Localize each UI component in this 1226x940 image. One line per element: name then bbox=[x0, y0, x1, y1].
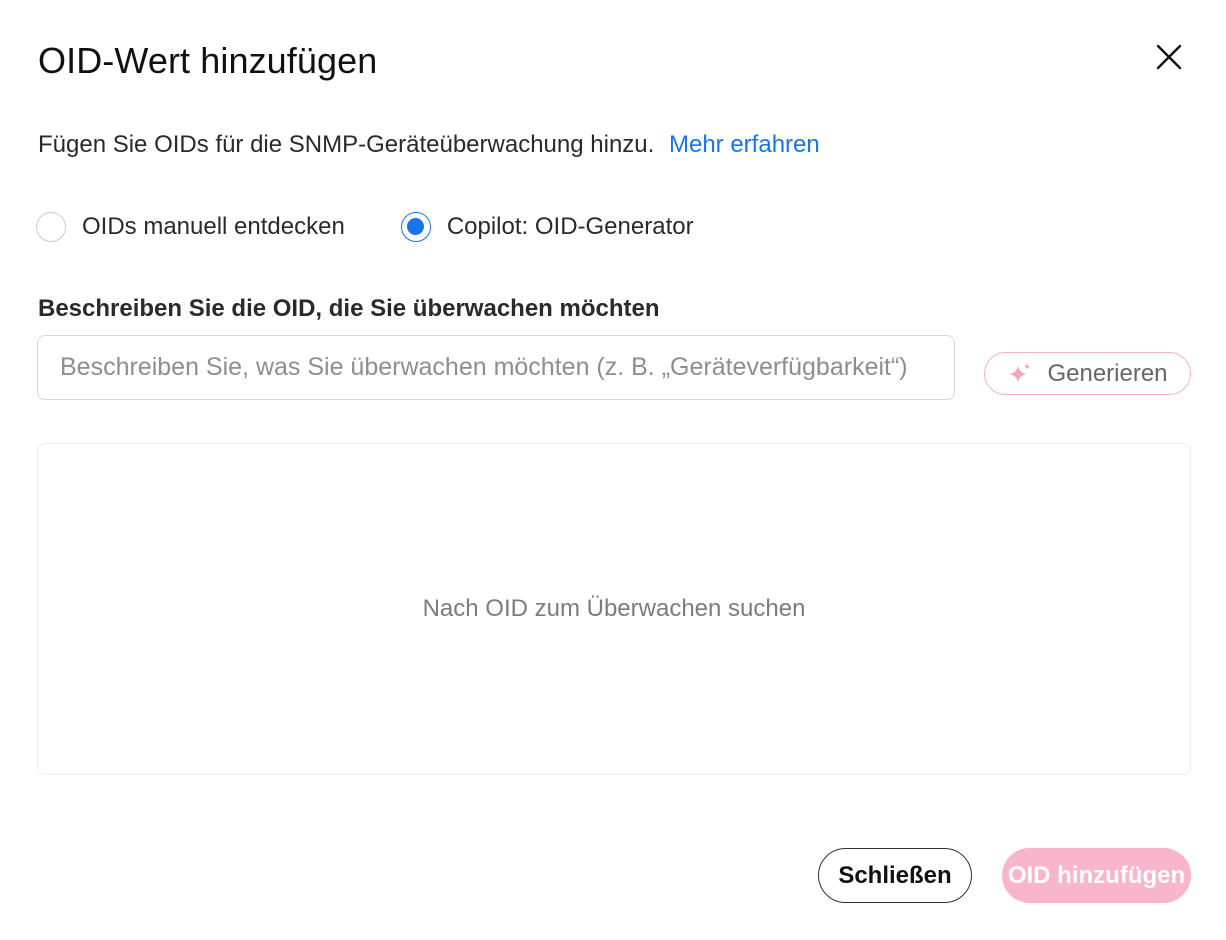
radio-copilot[interactable] bbox=[400, 212, 431, 242]
radio-manual[interactable] bbox=[36, 212, 66, 242]
radio-option-copilot[interactable]: Copilot: OID-Generator bbox=[400, 212, 694, 242]
generate-button-label: Generieren bbox=[1047, 359, 1168, 387]
generate-button[interactable]: Generieren bbox=[984, 352, 1191, 395]
add-oid-dialog: OID-Wert hinzufügen Fügen Sie OIDs für d… bbox=[0, 0, 1226, 940]
radio-manual-label: OIDs manuell entdecken bbox=[82, 213, 345, 240]
describe-field-label: Beschreiben Sie die OID, die Sie überwac… bbox=[38, 295, 660, 322]
mode-radio-group: OIDs manuell entdecken Copilot: OID-Gene… bbox=[36, 212, 694, 242]
radio-option-manual[interactable]: OIDs manuell entdecken bbox=[36, 212, 345, 242]
oid-results-panel: Nach OID zum Überwachen suchen bbox=[37, 443, 1191, 775]
dialog-title: OID-Wert hinzufügen bbox=[38, 40, 378, 81]
add-oid-button[interactable]: OID hinzufügen bbox=[1002, 848, 1191, 903]
intro-text-row: Fügen Sie OIDs für die SNMP-Geräteüberwa… bbox=[38, 131, 820, 159]
learn-more-link[interactable]: Mehr erfahren bbox=[669, 131, 820, 158]
intro-text: Fügen Sie OIDs für die SNMP-Geräteüberwa… bbox=[38, 131, 655, 158]
close-icon bbox=[1156, 44, 1182, 70]
close-button[interactable]: Schließen bbox=[818, 848, 972, 903]
describe-oid-input[interactable] bbox=[37, 335, 955, 400]
results-empty-text: Nach OID zum Überwachen suchen bbox=[422, 595, 806, 622]
radio-copilot-label: Copilot: OID-Generator bbox=[446, 213, 694, 240]
sparkle-icon bbox=[1007, 361, 1033, 387]
close-dialog-button[interactable] bbox=[1150, 38, 1188, 76]
